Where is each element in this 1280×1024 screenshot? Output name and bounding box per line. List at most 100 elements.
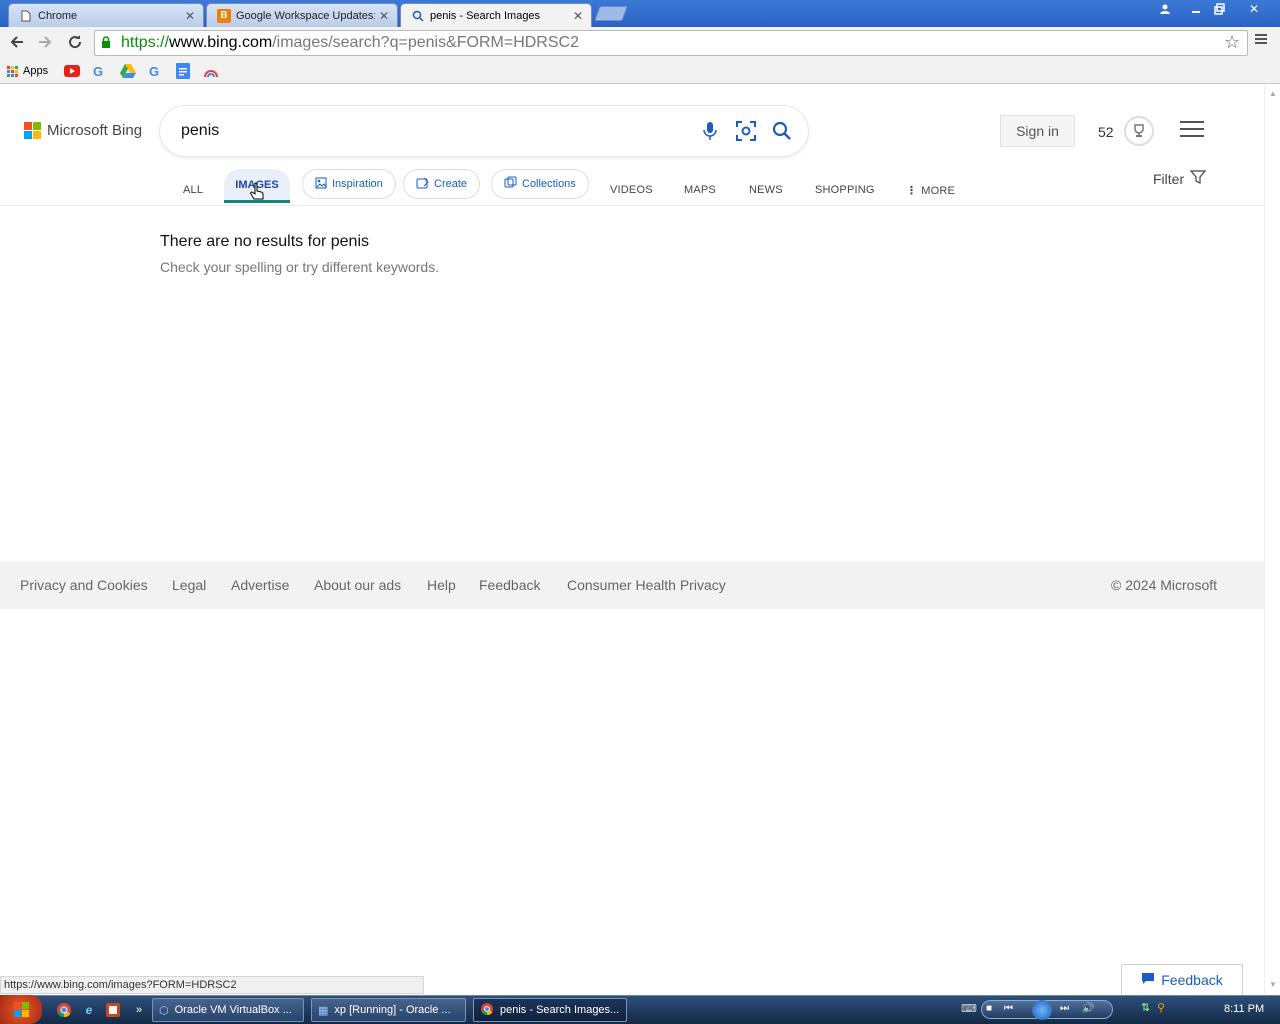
close-icon[interactable]: ✕: [185, 9, 195, 23]
page-icon: [19, 9, 33, 23]
taskbar-button-label: xp [Running] - Oracle ...: [334, 1004, 451, 1016]
network-icon[interactable]: ⇅: [1141, 1001, 1150, 1014]
sign-in-button[interactable]: Sign in: [1000, 115, 1075, 147]
rainbow-icon[interactable]: [204, 63, 218, 81]
close-icon[interactable]: ✕: [379, 9, 389, 23]
taskbar-button-virtualbox[interactable]: ⬡ Oracle VM VirtualBox ...: [152, 998, 304, 1022]
search-input[interactable]: penis: [181, 122, 692, 140]
taskbar-button-label: penis - Search Images...: [500, 1004, 620, 1016]
tab-bing-images[interactable]: penis - Search Images ✕: [400, 3, 592, 27]
inspiration-pill[interactable]: Inspiration: [302, 169, 396, 199]
tab-videos[interactable]: VIDEOS: [610, 184, 653, 196]
logo-text: Microsoft Bing: [47, 122, 143, 139]
restore-icon[interactable]: [1208, 1, 1232, 17]
new-tab-button[interactable]: [594, 6, 628, 21]
bing-logo[interactable]: Microsoft Bing: [24, 122, 142, 139]
search-box[interactable]: penis: [160, 106, 808, 156]
search-icon: [411, 9, 425, 23]
tab-all[interactable]: ALL: [183, 184, 203, 196]
microsoft-logo-icon: [24, 122, 41, 139]
scroll-up-icon[interactable]: ▲: [1269, 89, 1277, 98]
url-host: www.bing.com: [169, 34, 273, 51]
footer-link-about-ads[interactable]: About our ads: [314, 577, 401, 593]
media-stop-icon[interactable]: ■: [986, 1003, 992, 1014]
chrome-menu-icon[interactable]: [1254, 32, 1268, 51]
apps-grid-icon: [7, 65, 18, 77]
windows-logo-icon: [13, 1002, 29, 1017]
media-next-icon[interactable]: ⏭: [1060, 1003, 1069, 1014]
scroll-down-icon[interactable]: ▼: [1269, 980, 1277, 989]
collections-label: Collections: [522, 178, 576, 190]
back-icon[interactable]: [5, 30, 29, 54]
volume-icon[interactable]: 🔊: [1082, 1003, 1094, 1014]
footer-link-help[interactable]: Help: [427, 577, 456, 593]
minimize-icon[interactable]: [1184, 1, 1208, 17]
create-pill[interactable]: Create: [403, 169, 481, 199]
google-docs-icon[interactable]: [176, 62, 190, 80]
create-icon: [416, 177, 429, 192]
close-window-icon[interactable]: ✕: [1242, 1, 1266, 17]
mouse-cursor-icon: [250, 182, 264, 207]
address-bar[interactable]: https://www.bing.com/images/search?q=pen…: [94, 30, 1248, 56]
no-results-subtitle: Check your spelling or try different key…: [160, 259, 440, 275]
close-icon[interactable]: ✕: [573, 9, 583, 23]
reload-icon[interactable]: [63, 30, 87, 54]
bookmarks-bar: [0, 59, 1280, 84]
rewards-points[interactable]: 52: [1098, 124, 1114, 140]
media-player-mini-toolbar[interactable]: ■ ⏮ ⏭ 🔊: [981, 1000, 1113, 1020]
tab-news[interactable]: NEWS: [749, 184, 783, 196]
keyboard-icon[interactable]: ⌨: [961, 1002, 977, 1015]
profile-icon[interactable]: [1153, 1, 1177, 17]
tab-title: Google Workspace Updates:: [236, 9, 375, 22]
create-label: Create: [434, 178, 468, 190]
footer-link-privacy[interactable]: Privacy and Cookies: [20, 577, 148, 593]
page-scrollbar[interactable]: ▲ ▼: [1264, 85, 1280, 995]
internet-explorer-icon[interactable]: e: [80, 1001, 98, 1019]
filter-label: Filter: [1153, 170, 1185, 187]
tab-title: penis - Search Images: [430, 9, 541, 22]
more-dots-icon: ⋮: [906, 185, 918, 197]
quicklaunch-overflow-icon[interactable]: »: [130, 1001, 148, 1019]
taskbar-clock[interactable]: 8:11 PM: [1224, 1003, 1264, 1015]
microphone-icon[interactable]: [692, 113, 728, 149]
footer-link-health-privacy[interactable]: Consumer Health Privacy: [567, 577, 726, 593]
forward-icon[interactable]: [33, 30, 57, 54]
google-icon[interactable]: G: [93, 62, 103, 80]
taskbar-button-xp-running[interactable]: ▦ xp [Running] - Oracle ...: [311, 998, 466, 1022]
url-scheme: https://: [121, 34, 170, 51]
virtualbox-icon: ⬡: [159, 1004, 169, 1017]
chat-bubble-icon: [1141, 972, 1155, 988]
youtube-icon[interactable]: [64, 62, 80, 80]
trophy-icon[interactable]: [1124, 116, 1154, 146]
blogger-icon: B: [217, 8, 231, 23]
media-play-icon[interactable]: [1032, 1000, 1052, 1020]
bookmark-apps[interactable]: Apps: [7, 62, 48, 80]
copyright: © 2024 Microsoft: [1111, 577, 1218, 593]
footer-link-feedback[interactable]: Feedback: [479, 577, 540, 593]
footer-link-legal[interactable]: Legal: [172, 577, 206, 593]
taskbar-button-bing[interactable]: penis - Search Images...: [473, 998, 627, 1022]
bookmark-star-icon[interactable]: ☆: [1224, 32, 1240, 53]
start-button[interactable]: [0, 995, 42, 1024]
filter-icon: [1189, 169, 1207, 188]
chrome-icon[interactable]: [55, 1001, 73, 1019]
tab-shopping[interactable]: SHOPPING: [815, 184, 875, 196]
vm-window-icon: ▦: [318, 1004, 329, 1017]
visual-search-icon[interactable]: [728, 113, 764, 149]
search-tray-icon[interactable]: ⚲: [1157, 1001, 1165, 1014]
lock-icon: [101, 35, 121, 51]
google-drive-icon[interactable]: [120, 62, 136, 80]
tab-workspace-updates[interactable]: B Google Workspace Updates: ✕: [206, 3, 398, 27]
google-icon[interactable]: G: [149, 62, 159, 80]
footer-link-advertise[interactable]: Advertise: [231, 577, 289, 593]
search-icon[interactable]: [764, 113, 800, 149]
feedback-button[interactable]: Feedback: [1121, 964, 1243, 995]
tab-chrome[interactable]: Chrome ✕: [8, 3, 204, 27]
collections-pill[interactable]: Collections: [491, 169, 589, 199]
media-player-icon[interactable]: [104, 1001, 122, 1019]
tab-more[interactable]: ⋮ MORE: [906, 184, 955, 198]
tab-maps[interactable]: MAPS: [684, 184, 716, 196]
hamburger-menu-icon[interactable]: [1180, 121, 1204, 141]
filter-button[interactable]: Filter: [1153, 169, 1207, 188]
media-previous-icon[interactable]: ⏮: [1004, 1003, 1013, 1014]
